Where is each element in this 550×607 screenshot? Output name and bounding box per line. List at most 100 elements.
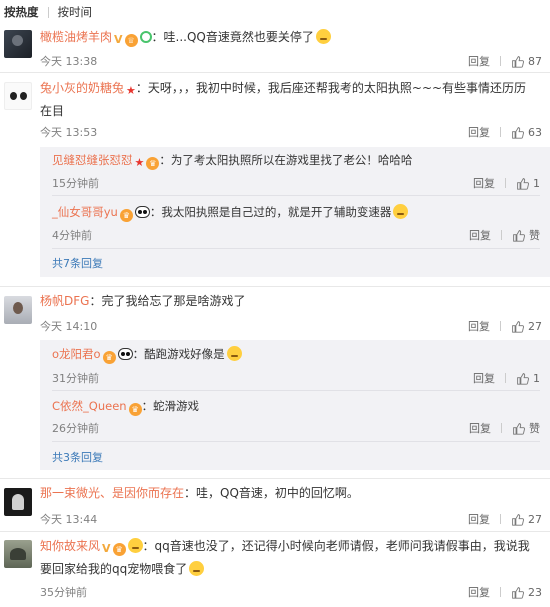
replies-box: 见缝怼缝张怼怼 ★ ♛ ：为了考太阳执照所以在游戏里找了老公！哈哈哈 15分钟前 回复… [40, 147, 550, 277]
reply-content: ：我太阳执照是自己过的，就是开了辅助变速器 [149, 205, 392, 219]
like-count: 63 [528, 125, 542, 139]
emoji-icon [226, 346, 242, 361]
reply-text: _仙女哥哥yu ♛ ：我太阳执照是自己过的，就是开了辅助变速器 [52, 202, 540, 222]
comment-meta: 今天 13:44 回复 27 [40, 511, 542, 527]
reply-author[interactable]: o龙阳君o [52, 347, 101, 361]
reply-meta: 4分钟前 回复 赞 [52, 227, 540, 243]
reply-author[interactable]: C依然_Queen [52, 399, 127, 413]
comment-item: 兔小灰的奶糖兔 ★：天呀，，，我初中时候，我后座还帮我考的太阳执照~~~有些事情还… [0, 78, 550, 282]
action-divider [505, 178, 506, 188]
comment-time: 今天 13:44 [40, 513, 98, 526]
comment-divider [0, 72, 550, 73]
more-replies-link[interactable]: 共3条回复 [52, 449, 103, 465]
action-divider [500, 127, 501, 137]
like-count: 27 [528, 512, 542, 526]
member-level-icon: ♛ [112, 543, 126, 556]
member-level-icon: ♛ [102, 351, 116, 364]
sort-by-hot-tab[interactable]: 按热度 [4, 4, 39, 20]
member-level-icon: ♛ [128, 403, 142, 416]
comment-content: ：哇，QQ音速，初中的回忆啊。 [184, 486, 359, 500]
reply-author[interactable]: 见缝怼缝张怼怼 [52, 153, 133, 167]
star-icon: ★ [126, 84, 136, 97]
comment-author[interactable]: 兔小灰的奶糖兔 [40, 81, 124, 95]
reply-button[interactable]: 回复 [468, 511, 490, 527]
thumbs-up-icon [517, 177, 529, 190]
comment-author[interactable]: 那一束微光、是因你而存在 [40, 486, 184, 500]
reply-button[interactable]: 回复 [468, 584, 490, 600]
thumbs-up-icon [513, 229, 525, 242]
avatar[interactable] [4, 296, 32, 324]
like-button[interactable]: 23 [511, 586, 542, 599]
panda-icon [117, 348, 133, 360]
like-button[interactable]: 赞 [512, 420, 540, 436]
reply-text: 见缝怼缝张怼怼 ★ ♛ ：为了考太阳执照所以在游戏里找了老公！哈哈哈 [52, 150, 540, 173]
star-icon: ★ [134, 156, 145, 169]
sort-divider [47, 6, 49, 18]
reply-item: o龙阳君o ♛ ：酷跑游戏好像是 31分钟前 回复 1 [52, 344, 540, 388]
like-button[interactable]: 1 [516, 372, 540, 385]
reply-divider [52, 390, 540, 391]
comment-author[interactable]: 知你故来风 [40, 539, 100, 553]
reply-text: o龙阳君o ♛ ：酷跑游戏好像是 [52, 344, 540, 364]
reply-button[interactable]: 回复 [468, 318, 490, 334]
like-button[interactable]: 27 [511, 320, 542, 333]
reply-meta: 31分钟前 回复 1 [52, 370, 540, 386]
avatar[interactable] [4, 82, 32, 110]
reply-content: ：酷跑游戏好像是 [132, 347, 225, 361]
member-level-icon: ♕ [124, 34, 138, 47]
comment-content: ：哇...QQ音速竟然也要关停了 [151, 30, 314, 44]
thumbs-up-icon [512, 320, 524, 333]
comment-time: 今天 13:38 [40, 55, 98, 68]
comment-item: 橄榄油烤羊肉 V ♕ ：哇...QQ音速竟然也要关停了 今天 13:38 回复 87 [0, 26, 550, 74]
reply-meta: 26分钟前 回复 赞 [52, 420, 540, 436]
reply-button[interactable]: 回复 [473, 175, 495, 191]
reply-button[interactable]: 回复 [468, 124, 490, 140]
reply-time: 26分钟前 [52, 422, 99, 435]
reply-button[interactable]: 回复 [473, 370, 495, 386]
reply-button[interactable]: 回复 [469, 227, 491, 243]
avatar[interactable] [4, 30, 32, 58]
reply-meta: 15分钟前 回复 1 [52, 175, 540, 191]
comment-item: 杨帆DFG：完了我给忘了那是啥游戏了 今天 14:10 回复 27 o龙阳君o ♛… [0, 290, 550, 476]
reply-author[interactable]: _仙女哥哥yu [52, 205, 118, 219]
sort-by-time-tab[interactable]: 按时间 [58, 4, 93, 20]
replies-box: o龙阳君o ♛ ：酷跑游戏好像是 31分钟前 回复 1 C依然_Queen ♛ ：蛇滑游… [40, 340, 550, 470]
like-button[interactable]: 赞 [512, 227, 540, 243]
like-label: 赞 [529, 229, 540, 242]
comment-divider [0, 531, 550, 532]
reply-button[interactable]: 回复 [469, 420, 491, 436]
comment-author[interactable]: 橄榄油烤羊肉 [40, 30, 112, 44]
thumbs-up-icon [512, 513, 524, 526]
comment-item: 知你故来风 V ♛ ：qq音速也没了，还记得小时候向老师请假，老师问我请假事由，我说我… [0, 535, 550, 605]
comment-divider [0, 286, 550, 287]
comment-divider [0, 478, 550, 479]
emoji-icon [315, 29, 331, 44]
comment-time: 今天 14:10 [40, 320, 98, 333]
like-button[interactable]: 87 [511, 55, 542, 68]
reply-button[interactable]: 回复 [468, 53, 490, 69]
avatar[interactable] [4, 488, 32, 516]
thumbs-up-icon [512, 126, 524, 139]
like-count: 1 [533, 176, 540, 190]
reply-item: _仙女哥哥yu ♛ ：我太阳执照是自己过的，就是开了辅助变速器 4分钟前 回复 赞 [52, 202, 540, 246]
reply-content: ：为了考太阳执照所以在游戏里找了老公！哈哈哈 [159, 153, 413, 167]
like-count: 1 [533, 371, 540, 385]
comment-text: 知你故来风 V ♛ ：qq音速也没了，还记得小时候向老师请假，老师问我请假事由，我说我… [40, 536, 538, 579]
like-button[interactable]: 63 [511, 126, 542, 139]
like-button[interactable]: 27 [511, 513, 542, 526]
reply-divider [52, 441, 540, 442]
comment-author[interactable]: 杨帆DFG [40, 294, 89, 308]
member-level-icon: ♛ [119, 209, 133, 222]
emoji-icon [189, 561, 205, 576]
avatar[interactable] [4, 540, 32, 568]
comment-text: 兔小灰的奶糖兔 ★：天呀，，，我初中时候，我后座还帮我考的太阳执照~~~有些事情还… [40, 78, 538, 121]
like-count: 23 [528, 585, 542, 599]
comment-meta: 35分钟前 回复 23 [40, 584, 542, 600]
more-replies-link[interactable]: 共7条回复 [52, 255, 103, 271]
emoji-icon [393, 204, 409, 219]
thumbs-up-icon [512, 586, 524, 599]
badge-ring-icon [139, 31, 152, 43]
comment-text: 杨帆DFG：完了我给忘了那是啥游戏了 [40, 291, 538, 311]
like-button[interactable]: 1 [516, 177, 540, 190]
reply-item: C依然_Queen ♛ ：蛇滑游戏 26分钟前 回复 赞 [52, 396, 540, 440]
